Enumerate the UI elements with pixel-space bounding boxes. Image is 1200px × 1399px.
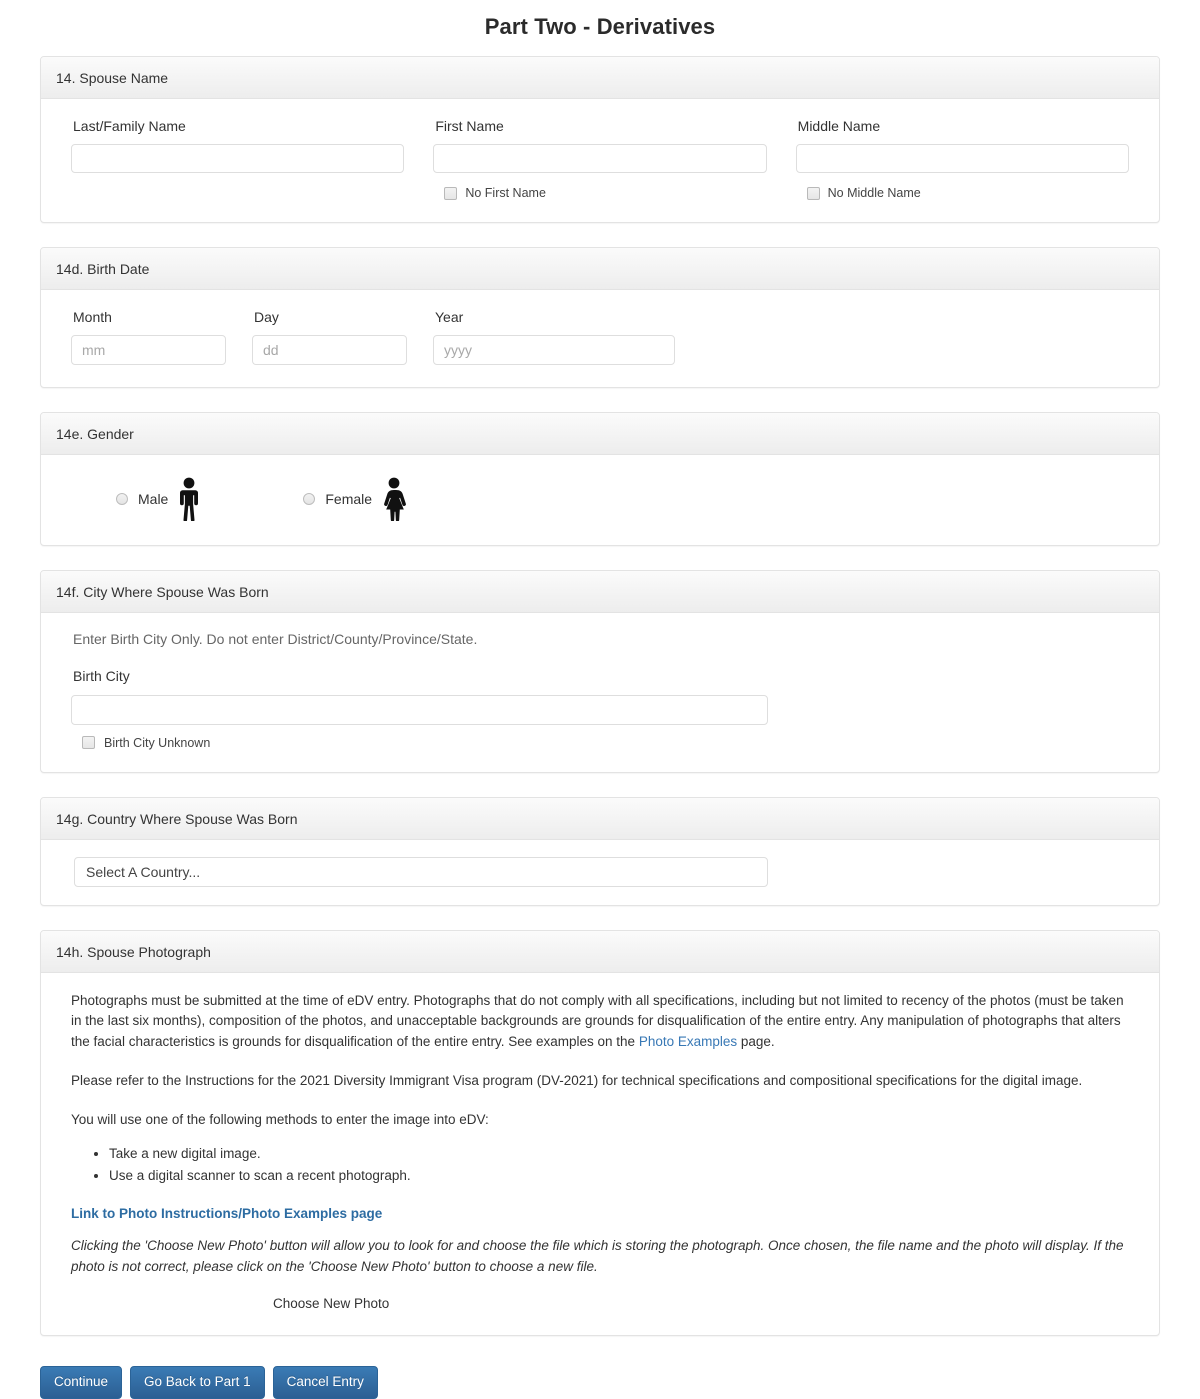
male-pictogram-icon xyxy=(176,477,202,521)
birth-month-label: Month xyxy=(73,308,226,326)
no-middle-name-row[interactable]: No Middle Name xyxy=(796,186,1129,200)
birth-month-input[interactable] xyxy=(71,335,226,365)
no-middle-name-checkbox[interactable] xyxy=(807,187,820,200)
photo-paragraph-1-text: Photographs must be submitted at the tim… xyxy=(71,993,1124,1050)
panel-birth-city: 14f. City Where Spouse Was Born Enter Bi… xyxy=(40,570,1160,772)
page-title: Part Two - Derivatives xyxy=(0,0,1200,56)
panel-heading-gender: 14e. Gender xyxy=(41,413,1159,455)
middle-name-group: Middle Name No Middle Name xyxy=(796,117,1129,200)
birth-day-input[interactable] xyxy=(252,335,407,365)
birth-date-fields-row: Month Day Year xyxy=(71,308,1129,365)
panel-gender: 14e. Gender Male Female xyxy=(40,412,1160,546)
action-button-bar: Continue Go Back to Part 1 Cancel Entry xyxy=(40,1360,1160,1399)
no-first-name-checkbox[interactable] xyxy=(444,187,457,200)
birth-city-input-wrap xyxy=(71,695,768,725)
middle-name-label: Middle Name xyxy=(798,117,1129,135)
panel-body-spouse-name: Last/Family Name First Name No First Nam… xyxy=(41,99,1159,222)
panel-body-birth-city: Enter Birth City Only. Do not enter Dist… xyxy=(41,613,1159,771)
continue-button[interactable]: Continue xyxy=(40,1366,122,1399)
photo-examples-link[interactable]: Photo Examples xyxy=(639,1034,737,1049)
panel-spouse-photograph: 14h. Spouse Photograph Photographs must … xyxy=(40,930,1160,1336)
last-name-group: Last/Family Name xyxy=(71,117,404,200)
birth-month-group: Month xyxy=(71,308,226,365)
birth-year-group: Year xyxy=(433,308,675,365)
go-back-to-part-1-button[interactable]: Go Back to Part 1 xyxy=(130,1366,265,1399)
photo-italic-note: Clicking the 'Choose New Photo' button w… xyxy=(71,1236,1129,1278)
no-first-name-label: No First Name xyxy=(465,186,546,200)
panel-heading-birth-country: 14g. Country Where Spouse Was Born xyxy=(41,798,1159,840)
gender-option-male[interactable]: Male xyxy=(116,477,202,521)
birth-city-unknown-label: Birth City Unknown xyxy=(104,736,210,750)
choose-photo-row[interactable]: Choose New Photo xyxy=(71,1296,1129,1311)
photo-instructions-link[interactable]: Link to Photo Instructions/Photo Example… xyxy=(71,1206,382,1221)
panel-heading-birth-city: 14f. City Where Spouse Was Born xyxy=(41,571,1159,613)
panel-heading-spouse-photograph: 14h. Spouse Photograph xyxy=(41,931,1159,973)
choose-new-photo-button[interactable]: Choose New Photo xyxy=(273,1296,389,1311)
panel-body-birth-country: Select A Country... xyxy=(41,840,1159,905)
birth-day-label: Day xyxy=(254,308,407,326)
panel-body-gender: Male Female xyxy=(41,455,1159,545)
list-item: Take a new digital image. xyxy=(109,1144,1129,1165)
gender-option-female[interactable]: Female xyxy=(303,477,408,521)
panel-heading-birth-date: 14d. Birth Date xyxy=(41,248,1159,290)
birth-city-input[interactable] xyxy=(71,695,768,725)
panel-birth-country: 14g. Country Where Spouse Was Born Selec… xyxy=(40,797,1160,906)
no-first-name-row[interactable]: No First Name xyxy=(433,186,766,200)
male-label: Male xyxy=(138,491,168,507)
first-name-label: First Name xyxy=(435,117,766,135)
photo-paragraph-1-tail: page. xyxy=(737,1034,775,1049)
birth-city-unknown-row[interactable]: Birth City Unknown xyxy=(71,736,1129,750)
no-middle-name-label: No Middle Name xyxy=(828,186,921,200)
middle-name-input[interactable] xyxy=(796,144,1129,173)
last-name-input[interactable] xyxy=(71,144,404,173)
birth-year-label: Year xyxy=(435,308,675,326)
birth-city-label: Birth City xyxy=(73,667,1129,685)
female-pictogram-icon xyxy=(380,477,408,521)
birth-city-unknown-checkbox[interactable] xyxy=(82,736,95,749)
form-page: Part Two - Derivatives 14. Spouse Name L… xyxy=(0,0,1200,1399)
photo-methods-list: Take a new digital image. Use a digital … xyxy=(71,1144,1129,1187)
birth-day-group: Day xyxy=(252,308,407,365)
female-radio[interactable] xyxy=(303,493,315,505)
panel-spouse-name: 14. Spouse Name Last/Family Name First N… xyxy=(40,56,1160,223)
photo-paragraph-3: You will use one of the following method… xyxy=(71,1110,1129,1131)
last-name-label: Last/Family Name xyxy=(73,117,404,135)
photo-paragraph-1: Photographs must be submitted at the tim… xyxy=(71,991,1129,1054)
birth-country-select[interactable]: Select A Country... xyxy=(74,857,768,887)
panel-heading-spouse-name: 14. Spouse Name xyxy=(41,57,1159,99)
gender-options-row: Male Female xyxy=(71,477,1129,521)
panel-body-spouse-photograph: Photographs must be submitted at the tim… xyxy=(41,973,1159,1335)
photo-paragraph-2: Please refer to the Instructions for the… xyxy=(71,1071,1129,1092)
panel-birth-date: 14d. Birth Date Month Day Year xyxy=(40,247,1160,388)
male-radio[interactable] xyxy=(116,493,128,505)
cancel-entry-button[interactable]: Cancel Entry xyxy=(273,1366,378,1399)
birth-year-input[interactable] xyxy=(433,335,675,365)
name-fields-row: Last/Family Name First Name No First Nam… xyxy=(71,117,1129,200)
female-label: Female xyxy=(325,491,372,507)
list-item: Use a digital scanner to scan a recent p… xyxy=(109,1166,1129,1187)
first-name-group: First Name No First Name xyxy=(433,117,766,200)
panel-body-birth-date: Month Day Year xyxy=(41,290,1159,387)
birth-city-note: Enter Birth City Only. Do not enter Dist… xyxy=(73,631,1129,647)
first-name-input[interactable] xyxy=(433,144,766,173)
